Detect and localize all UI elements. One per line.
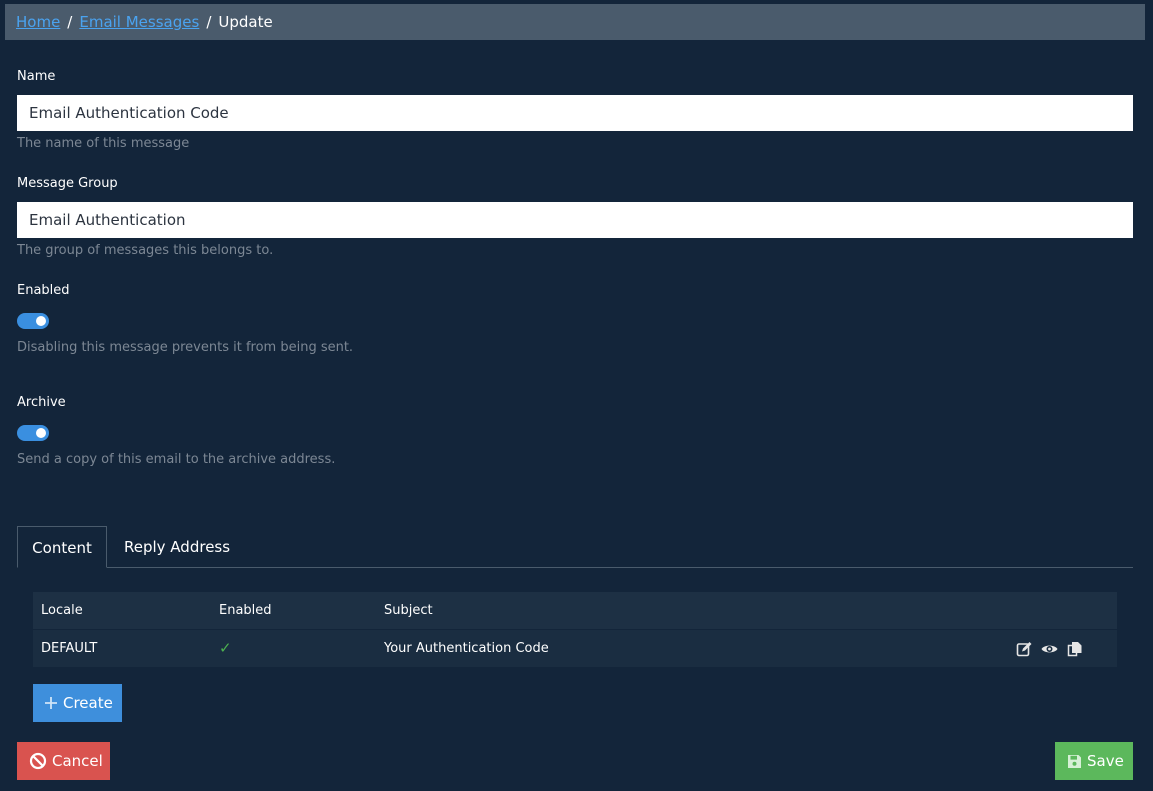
enabled-toggle[interactable]: [17, 313, 49, 329]
row-actions: [1016, 630, 1083, 667]
table-row[interactable]: DEFAULT ✓ Your Authentication Code: [33, 630, 1117, 667]
table-header: Locale Enabled Subject: [33, 592, 1117, 630]
create-button-label: Create: [63, 694, 113, 712]
breadcrumb-current: Update: [218, 13, 273, 31]
save-button[interactable]: Save: [1055, 742, 1133, 780]
tab-content[interactable]: Content: [17, 526, 107, 568]
enabled-check-icon: ✓: [219, 639, 232, 657]
view-icon[interactable]: [1041, 641, 1058, 657]
cancel-button[interactable]: Cancel: [17, 742, 110, 780]
content-table: Locale Enabled Subject DEFAULT ✓ Your Au…: [33, 592, 1117, 667]
message-group-help-text: The group of messages this belongs to.: [17, 243, 274, 258]
cancel-button-label: Cancel: [52, 752, 103, 770]
breadcrumb-email-messages-link[interactable]: Email Messages: [79, 13, 199, 31]
create-button[interactable]: Create: [33, 684, 122, 722]
breadcrumb-separator: /: [206, 13, 212, 31]
breadcrumb-separator: /: [67, 13, 73, 31]
locale-cell: DEFAULT: [41, 641, 98, 656]
archive-help-text: Send a copy of this email to the archive…: [17, 452, 336, 467]
column-header-subject[interactable]: Subject: [384, 592, 433, 629]
toggle-knob: [36, 428, 46, 438]
name-label: Name: [17, 69, 56, 84]
ban-icon: [29, 752, 47, 770]
edit-icon[interactable]: [1016, 641, 1032, 657]
archive-label: Archive: [17, 395, 66, 410]
message-group-input[interactable]: [17, 202, 1133, 238]
archive-toggle[interactable]: [17, 425, 49, 441]
enabled-label: Enabled: [17, 283, 70, 298]
name-help-text: The name of this message: [17, 136, 190, 151]
tab-bar: Content Reply Address: [17, 526, 1133, 568]
column-header-enabled[interactable]: Enabled: [219, 592, 272, 629]
copy-icon[interactable]: [1067, 641, 1083, 657]
message-group-label: Message Group: [17, 176, 118, 191]
name-input[interactable]: [17, 95, 1133, 131]
column-header-locale[interactable]: Locale: [41, 592, 83, 629]
enabled-help-text: Disabling this message prevents it from …: [17, 340, 354, 355]
breadcrumb-home-link[interactable]: Home: [16, 13, 60, 31]
save-button-label: Save: [1087, 752, 1124, 770]
plus-icon: [45, 697, 57, 709]
tab-reply-address[interactable]: Reply Address: [124, 526, 230, 568]
floppy-disk-icon: [1068, 754, 1081, 768]
breadcrumb: Home / Email Messages / Update: [5, 4, 1145, 40]
subject-cell: Your Authentication Code: [384, 641, 549, 656]
toggle-knob: [36, 316, 46, 326]
